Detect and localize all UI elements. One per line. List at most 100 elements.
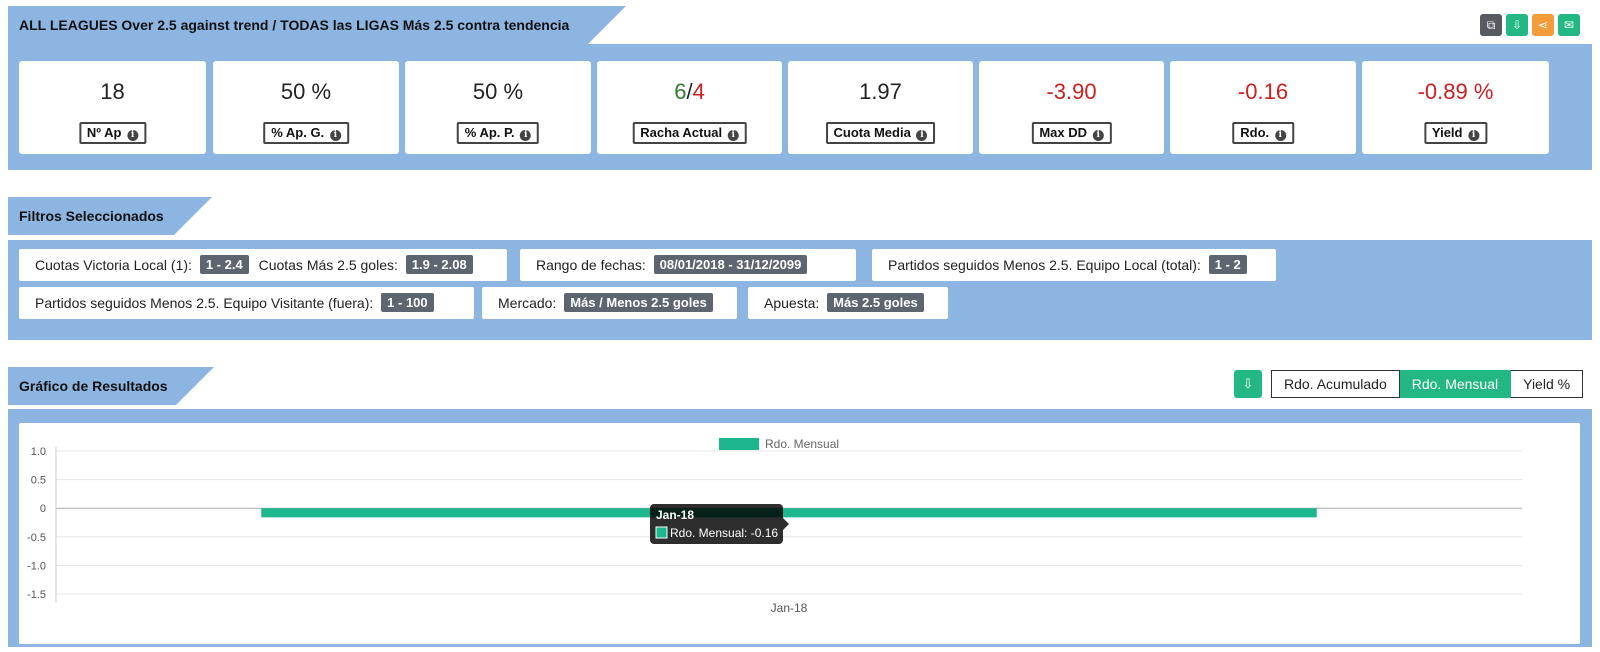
- results-panel: 1.0 0.5 0 -0.5 -1.0 -1.5 Rdo. Mensual Jan-18 …: [8, 409, 1592, 647]
- filter-badge: 1.9 - 2.08: [405, 255, 473, 274]
- filter-label: Rango de fechas:: [536, 257, 646, 273]
- toggle-rdo-mensual[interactable]: Rdo. Mensual: [1399, 370, 1512, 398]
- chart-tooltip: Jan-18 Rdo. Mensual: -0.16: [650, 504, 789, 544]
- y-tick-label: 0: [40, 503, 46, 515]
- stat-label-text: Nº Ap: [86, 125, 122, 140]
- tooltip-swatch: [655, 526, 668, 539]
- filter-chip-away-under: Partidos seguidos Menos 2.5. Equipo Visi…: [19, 287, 474, 319]
- filter-badge: 08/01/2018 - 31/12/2099: [653, 255, 808, 274]
- header-actions: ⧉ ⇩ ⋖ ✉: [1480, 14, 1580, 36]
- streak-loss: 4: [692, 79, 705, 104]
- tooltip-caret: [783, 518, 789, 530]
- page-title: ALL LEAGUES Over 2.5 against trend / TOD…: [8, 6, 626, 44]
- stat-label-text: Rdo.: [1240, 125, 1270, 140]
- stat-label-text: % Ap. G.: [271, 125, 325, 140]
- y-tick-label: -1.5: [27, 589, 46, 601]
- download-icon[interactable]: ⇩: [1506, 14, 1528, 36]
- filter-chip-home-under: Partidos seguidos Menos 2.5. Equipo Loca…: [872, 249, 1276, 281]
- info-icon: i: [916, 130, 928, 141]
- info-icon: i: [1274, 130, 1286, 141]
- y-axis: 1.0 0.5 0 -0.5 -1.0 -1.5: [27, 446, 46, 601]
- filter-label: Partidos seguidos Menos 2.5. Equipo Visi…: [35, 295, 374, 311]
- results-chart: 1.0 0.5 0 -0.5 -1.0 -1.5 Rdo. Mensual Jan-18 …: [27, 437, 1522, 615]
- chart-bars: [261, 508, 1317, 518]
- copy-icon[interactable]: ⧉: [1480, 14, 1502, 36]
- chart-container: 1.0 0.5 0 -0.5 -1.0 -1.5 Rdo. Mensual Jan-18 …: [19, 423, 1580, 644]
- chart-legend: Rdo. Mensual: [719, 437, 839, 451]
- stat-card-racha: 6/4 Racha Actual i: [597, 61, 782, 154]
- chart-mode-toggle: Rdo. Acumulado Rdo. Mensual Yield %: [1271, 370, 1584, 398]
- stat-card-yield: -0.89 % Yield i: [1362, 61, 1549, 154]
- stat-card-ap-g: 50 % % Ap. G. i: [213, 61, 399, 154]
- stat-card-ap-p: 50 % % Ap. P. i: [405, 61, 591, 154]
- bar-jan-18: [261, 508, 1317, 518]
- chart-download-button[interactable]: ⇩: [1234, 370, 1262, 398]
- stat-label[interactable]: Racha Actual i: [632, 122, 747, 144]
- share-icon[interactable]: ⋖: [1532, 14, 1554, 36]
- x-tick-label: Jan-18: [771, 601, 808, 615]
- filter-label: Cuotas Más 2.5 goles:: [258, 257, 398, 273]
- email-icon[interactable]: ✉: [1558, 14, 1580, 36]
- download-icon: ⇩: [1242, 376, 1254, 391]
- filter-badge: Más 2.5 goles: [827, 293, 924, 312]
- results-title: Gráfico de Resultados: [8, 367, 214, 405]
- stat-label[interactable]: % Ap. G. i: [263, 122, 349, 144]
- stats-panel: 18 Nº Ap i 50 % % Ap. G. i 50 % % Ap. P.…: [8, 44, 1592, 170]
- page-title-text: ALL LEAGUES Over 2.5 against trend / TOD…: [19, 17, 570, 33]
- stat-label[interactable]: Nº Ap i: [78, 122, 147, 144]
- stat-label[interactable]: % Ap. P. i: [456, 122, 540, 144]
- tooltip-text: Rdo. Mensual: -0.16: [670, 526, 778, 540]
- stat-label-text: % Ap. P.: [464, 125, 515, 140]
- stat-label[interactable]: Yield i: [1423, 122, 1488, 144]
- filters-panel: Cuotas Victoria Local (1): 1 - 2.4 Cuota…: [8, 240, 1592, 340]
- stat-label[interactable]: Rdo. i: [1232, 122, 1294, 144]
- filter-label: Apuesta:: [764, 295, 820, 311]
- y-tick-label: -1.0: [27, 560, 46, 572]
- legend-label: Rdo. Mensual: [765, 437, 839, 451]
- stat-value: 18: [100, 79, 125, 104]
- info-icon: i: [127, 130, 139, 141]
- filter-badge: 1 - 100: [381, 293, 434, 312]
- stat-card-max-dd: -3.90 Max DD i: [979, 61, 1164, 154]
- stat-label-text: Cuota Media: [833, 125, 911, 140]
- stat-label-text: Yield: [1431, 125, 1463, 140]
- toggle-yield[interactable]: Yield %: [1511, 370, 1584, 398]
- legend-swatch: [719, 438, 759, 450]
- info-icon: i: [727, 130, 739, 141]
- stat-value: -0.89 %: [1417, 79, 1494, 104]
- filters-title: Filtros Seleccionados: [8, 197, 212, 235]
- stat-label[interactable]: Cuota Media i: [825, 122, 936, 144]
- x-axis: Jan-18: [771, 601, 808, 615]
- info-icon: i: [1468, 130, 1480, 141]
- stat-label-text: Racha Actual: [640, 125, 723, 140]
- y-tick-label: 1.0: [31, 446, 46, 458]
- filter-label: Mercado:: [498, 295, 557, 311]
- stat-label[interactable]: Max DD i: [1031, 122, 1112, 144]
- results-title-text: Gráfico de Resultados: [19, 378, 168, 394]
- info-icon: i: [329, 130, 341, 141]
- chart-grid: [55, 447, 1522, 602]
- y-tick-label: -0.5: [27, 532, 46, 544]
- info-icon: i: [1092, 130, 1104, 141]
- stat-card-cuota-media: 1.97 Cuota Media i: [788, 61, 973, 154]
- stat-card-rdo: -0.16 Rdo. i: [1170, 61, 1356, 154]
- stat-value: 1.97: [859, 79, 902, 104]
- filters-title-text: Filtros Seleccionados: [19, 208, 164, 224]
- filter-chip-dates: Rango de fechas: 08/01/2018 - 31/12/2099: [520, 249, 856, 281]
- filter-chip-odds: Cuotas Victoria Local (1): 1 - 2.4 Cuota…: [19, 249, 507, 281]
- stat-value: 50 %: [280, 79, 332, 104]
- streak-win: 6: [674, 79, 687, 104]
- filter-badge: 1 - 2.4: [199, 255, 249, 274]
- y-tick-label: 0.5: [31, 475, 46, 487]
- filter-badge: 1 - 2: [1208, 255, 1247, 274]
- filter-badge: Más / Menos 2.5 goles: [564, 293, 713, 312]
- filter-chip-market: Mercado: Más / Menos 2.5 goles: [482, 287, 737, 319]
- filter-label: Partidos seguidos Menos 2.5. Equipo Loca…: [888, 257, 1201, 273]
- tooltip-title: Jan-18: [656, 508, 694, 522]
- filter-chip-bet: Apuesta: Más 2.5 goles: [748, 287, 948, 319]
- stat-card-n-ap: 18 Nº Ap i: [19, 61, 206, 154]
- toggle-rdo-acumulado[interactable]: Rdo. Acumulado: [1271, 370, 1400, 398]
- stat-label-text: Max DD: [1039, 125, 1088, 140]
- info-icon: i: [520, 130, 532, 141]
- stat-value: -3.90: [1046, 79, 1097, 104]
